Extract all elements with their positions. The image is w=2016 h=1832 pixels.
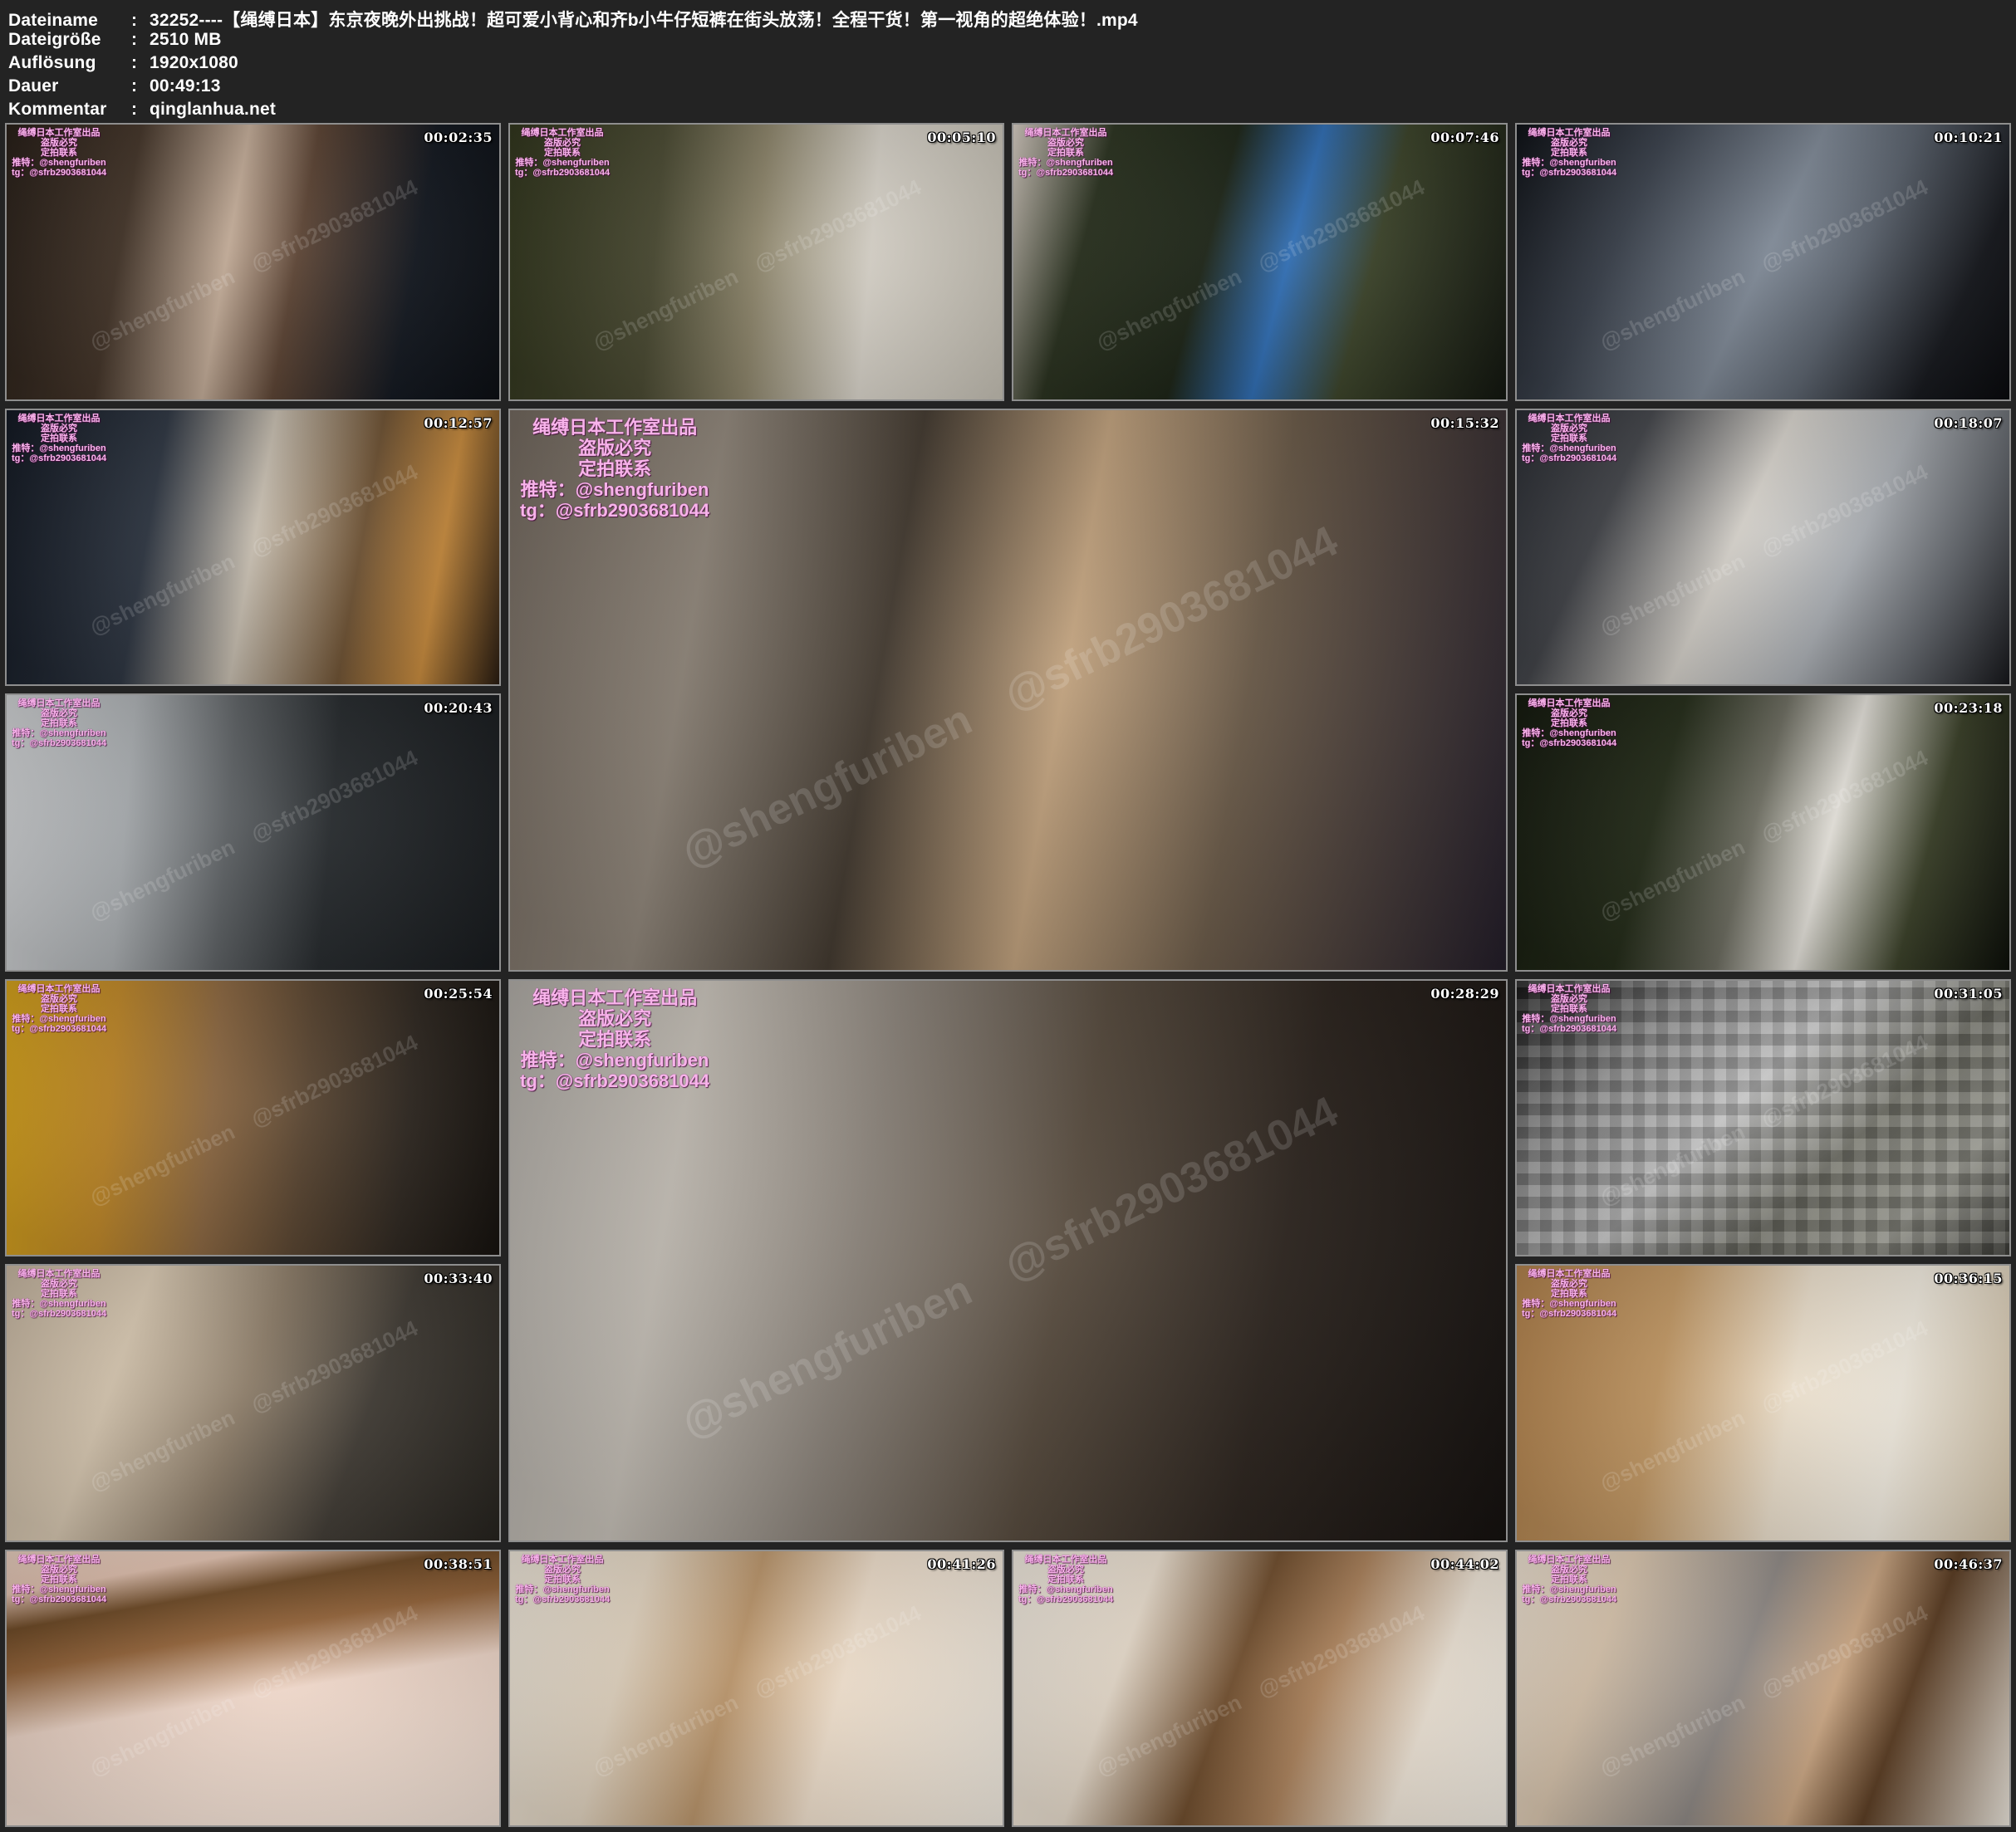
video-thumbnail-4[interactable]: 绳缚日本工作室出品盗版必究定拍联系推特：@shengfuribentg：@sfr… [1515, 123, 2011, 401]
studio-watermark: 绳缚日本工作室出品盗版必究定拍联系推特：@shengfuribentg：@sfr… [12, 1555, 106, 1604]
video-thumbnail-12[interactable]: 绳缚日本工作室出品盗版必究定拍联系推特：@shengfuribentg：@sfr… [1515, 979, 2011, 1257]
meta-separator: : [131, 76, 150, 96]
timestamp-overlay: 00:23:18 [1934, 700, 2003, 716]
timestamp-overlay: 00:25:54 [424, 986, 493, 1002]
diagonal-watermark: @shengfuriben @sfrb2903681044 [5, 1264, 501, 1542]
video-thumbnail-8[interactable]: 绳缚日本工作室出品盗版必究定拍联系推特：@shengfuribentg：@sfr… [5, 693, 501, 972]
diagonal-watermark: @shengfuriben @sfrb2903681044 [1515, 979, 2011, 1257]
diagonal-watermark: @shengfuriben @sfrb2903681044 [508, 1550, 1004, 1828]
meta-row-aufloesung: Auflösung : 1920x1080 [8, 53, 2016, 76]
timestamp-overlay: 00:41:26 [927, 1556, 996, 1572]
studio-watermark: 绳缚日本工作室出品盗版必究定拍联系推特：@shengfuribentg：@sfr… [1522, 414, 1616, 463]
studio-watermark: 绳缚日本工作室出品盗版必究定拍联系推特：@shengfuribentg：@sfr… [12, 1269, 106, 1319]
video-thumbnail-11-large[interactable]: 绳缚日本工作室出品盗版必究定拍联系推特：@shengfuribentg：@sfr… [508, 979, 1508, 1542]
studio-watermark: 绳缚日本工作室出品盗版必究定拍联系推特：@shengfuribentg：@sfr… [12, 128, 106, 178]
meta-row-kommentar: Kommentar : qinglanhua.net [8, 100, 2016, 123]
diagonal-watermark: @shengfuriben @sfrb2903681044 [508, 409, 1508, 972]
timestamp-overlay: 00:18:07 [1934, 415, 2003, 431]
video-thumbnail-14[interactable]: 绳缚日本工作室出品盗版必究定拍联系推特：@shengfuribentg：@sfr… [1515, 1264, 2011, 1542]
video-thumbnail-7[interactable]: 绳缚日本工作室出品盗版必究定拍联系推特：@shengfuribentg：@sfr… [1515, 409, 2011, 687]
diagonal-watermark: @shengfuriben @sfrb2903681044 [1515, 123, 2011, 401]
timestamp-overlay: 00:33:40 [424, 1271, 493, 1286]
diagonal-watermark: @shengfuriben @sfrb2903681044 [1012, 1550, 1508, 1828]
meta-label: Dauer [8, 76, 131, 96]
meta-row-dateiname: Dateiname : 32252----【绳缚日本】东京夜晚外出挑战！超可爱小… [8, 7, 2016, 30]
diagonal-watermark: @shengfuriben @sfrb2903681044 [508, 123, 1004, 401]
studio-watermark: 绳缚日本工作室出品盗版必究定拍联系推特：@shengfuribentg：@sfr… [12, 984, 106, 1034]
video-thumbnail-10[interactable]: 绳缚日本工作室出品盗版必究定拍联系推特：@shengfuribentg：@sfr… [5, 979, 501, 1257]
timestamp-overlay: 00:20:43 [424, 700, 493, 716]
video-thumbnail-17[interactable]: 绳缚日本工作室出品盗版必究定拍联系推特：@shengfuribentg：@sfr… [1012, 1550, 1508, 1828]
meta-separator: : [131, 11, 150, 31]
meta-label: Dateiname [8, 11, 131, 31]
timestamp-overlay: 00:10:21 [1934, 130, 2003, 145]
timestamp-overlay: 00:38:51 [424, 1556, 493, 1572]
studio-watermark: 绳缚日本工作室出品盗版必究定拍联系推特：@shengfuribentg：@sfr… [1522, 1555, 1616, 1604]
timestamp-overlay: 00:12:57 [424, 415, 493, 431]
timestamp-overlay: 00:07:46 [1430, 130, 1499, 145]
timestamp-overlay: 00:05:10 [927, 130, 996, 145]
video-thumbnail-18[interactable]: 绳缚日本工作室出品盗版必究定拍联系推特：@shengfuribentg：@sfr… [1515, 1550, 2011, 1828]
meta-separator: : [131, 53, 150, 73]
studio-watermark: 绳缚日本工作室出品盗版必究定拍联系推特：@shengfuribentg：@sfr… [1018, 128, 1113, 178]
diagonal-watermark: @shengfuriben @sfrb2903681044 [1012, 123, 1508, 401]
studio-watermark: 绳缚日本工作室出品盗版必究定拍联系推特：@shengfuribentg：@sfr… [520, 417, 709, 521]
diagonal-watermark: @shengfuriben @sfrb2903681044 [5, 979, 501, 1257]
timestamp-overlay: 00:28:29 [1430, 986, 1499, 1002]
video-thumbnail-13[interactable]: 绳缚日本工作室出品盗版必究定拍联系推特：@shengfuribentg：@sfr… [5, 1264, 501, 1542]
video-thumbnail-5[interactable]: 绳缚日本工作室出品盗版必究定拍联系推特：@shengfuribentg：@sfr… [5, 409, 501, 687]
file-info-header: Dateiname : 32252----【绳缚日本】东京夜晚外出挑战！超可爱小… [0, 0, 2016, 123]
diagonal-watermark: @shengfuriben @sfrb2903681044 [5, 1550, 501, 1828]
diagonal-watermark: @shengfuriben @sfrb2903681044 [5, 409, 501, 687]
video-thumbnail-1[interactable]: 绳缚日本工作室出品盗版必究定拍联系推特：@shengfuribentg：@sfr… [5, 123, 501, 401]
video-thumbnail-2[interactable]: 绳缚日本工作室出品盗版必究定拍联系推特：@shengfuribentg：@sfr… [508, 123, 1004, 401]
studio-watermark: 绳缚日本工作室出品盗版必究定拍联系推特：@shengfuribentg：@sfr… [12, 414, 106, 463]
file-name-value: 32252----【绳缚日本】东京夜晚外出挑战！超可爱小背心和齐b小牛仔短裤在街… [150, 7, 2016, 32]
meta-label: Dateigröße [8, 30, 131, 50]
studio-watermark: 绳缚日本工作室出品盗版必究定拍联系推特：@shengfuribentg：@sfr… [515, 128, 610, 178]
diagonal-watermark: @shengfuriben @sfrb2903681044 [1515, 1264, 2011, 1542]
studio-watermark: 绳缚日本工作室出品盗版必究定拍联系推特：@shengfuribentg：@sfr… [520, 987, 709, 1091]
video-thumbnail-6-large[interactable]: 绳缚日本工作室出品盗版必究定拍联系推特：@shengfuribentg：@sfr… [508, 409, 1508, 972]
meta-separator: : [131, 30, 150, 50]
duration-value: 00:49:13 [150, 76, 2016, 96]
studio-watermark: 绳缚日本工作室出品盗版必究定拍联系推特：@shengfuribentg：@sfr… [1522, 984, 1616, 1034]
thumbnail-grid: 绳缚日本工作室出品盗版必究定拍联系推特：@shengfuribentg：@sfr… [0, 123, 2016, 1832]
timestamp-overlay: 00:15:32 [1430, 415, 1499, 431]
meta-separator: : [131, 100, 150, 120]
studio-watermark: 绳缚日本工作室出品盗版必究定拍联系推特：@shengfuribentg：@sfr… [1522, 128, 1616, 178]
comment-value: qinglanhua.net [150, 100, 2016, 120]
meta-row-dateigroesse: Dateigröße : 2510 MB [8, 30, 2016, 53]
video-thumbnail-3[interactable]: 绳缚日本工作室出品盗版必究定拍联系推特：@shengfuribentg：@sfr… [1012, 123, 1508, 401]
contact-sheet: { "header": { "sep": ":", "fields": [ { … [0, 0, 2016, 1832]
studio-watermark: 绳缚日本工作室出品盗版必究定拍联系推特：@shengfuribentg：@sfr… [12, 698, 106, 748]
resolution-value: 1920x1080 [150, 53, 2016, 73]
meta-label: Auflösung [8, 53, 131, 73]
diagonal-watermark: @shengfuriben @sfrb2903681044 [5, 123, 501, 401]
video-thumbnail-16[interactable]: 绳缚日本工作室出品盗版必究定拍联系推特：@shengfuribentg：@sfr… [508, 1550, 1004, 1828]
diagonal-watermark: @shengfuriben @sfrb2903681044 [1515, 693, 2011, 972]
file-size-value: 2510 MB [150, 30, 2016, 50]
studio-watermark: 绳缚日本工作室出品盗版必究定拍联系推特：@shengfuribentg：@sfr… [515, 1555, 610, 1604]
timestamp-overlay: 00:44:02 [1430, 1556, 1499, 1572]
timestamp-overlay: 00:02:35 [424, 130, 493, 145]
meta-row-dauer: Dauer : 00:49:13 [8, 76, 2016, 100]
timestamp-overlay: 00:46:37 [1934, 1556, 2003, 1572]
video-thumbnail-9[interactable]: 绳缚日本工作室出品盗版必究定拍联系推特：@shengfuribentg：@sfr… [1515, 693, 2011, 972]
video-thumbnail-15[interactable]: 绳缚日本工作室出品盗版必究定拍联系推特：@shengfuribentg：@sfr… [5, 1550, 501, 1828]
diagonal-watermark: @shengfuriben @sfrb2903681044 [1515, 1550, 2011, 1828]
meta-label: Kommentar [8, 100, 131, 120]
diagonal-watermark: @shengfuriben @sfrb2903681044 [508, 979, 1508, 1542]
timestamp-overlay: 00:31:05 [1934, 986, 2003, 1002]
diagonal-watermark: @shengfuriben @sfrb2903681044 [1515, 409, 2011, 687]
studio-watermark: 绳缚日本工作室出品盗版必究定拍联系推特：@shengfuribentg：@sfr… [1522, 698, 1616, 748]
diagonal-watermark: @shengfuriben @sfrb2903681044 [5, 693, 501, 972]
timestamp-overlay: 00:36:15 [1934, 1271, 2003, 1286]
studio-watermark: 绳缚日本工作室出品盗版必究定拍联系推特：@shengfuribentg：@sfr… [1018, 1555, 1113, 1604]
studio-watermark: 绳缚日本工作室出品盗版必究定拍联系推特：@shengfuribentg：@sfr… [1522, 1269, 1616, 1319]
